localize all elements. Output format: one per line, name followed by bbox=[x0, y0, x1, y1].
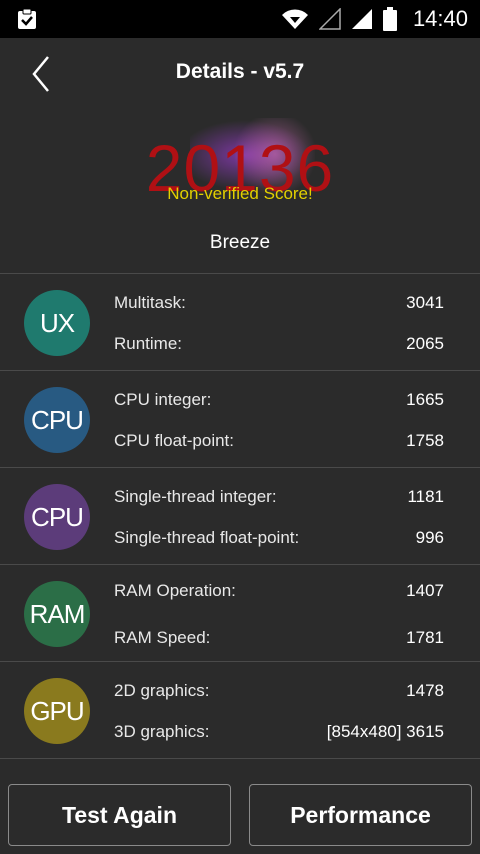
status-time: 14:40 bbox=[412, 6, 468, 31]
score-label: Single-thread float-point: bbox=[114, 528, 300, 547]
score-panel: 20136 Non-verified Score! Breeze bbox=[0, 110, 480, 273]
score-value: 1407 bbox=[406, 581, 444, 600]
performance-button[interactable]: Performance bbox=[249, 784, 472, 846]
badge-ux: UX bbox=[24, 290, 90, 356]
signal-empty-icon bbox=[318, 8, 341, 30]
category-row-ux: UX Multitask: 3041 Runtime: 2065 bbox=[0, 274, 480, 371]
battery-icon bbox=[382, 7, 397, 31]
score-line: CPU float-point: 1758 bbox=[114, 429, 444, 453]
score-label: RAM Operation: bbox=[114, 581, 236, 600]
score-line: 2D graphics: 1478 bbox=[114, 679, 444, 703]
score-value: 1478 bbox=[406, 681, 444, 700]
score-breakdown: UX Multitask: 3041 Runtime: 2065 CPU CPU… bbox=[0, 273, 480, 759]
score-value: [854x480] 3615 bbox=[326, 722, 444, 741]
category-row-cpu: CPU CPU integer: 1665 CPU float-point: 1… bbox=[0, 371, 480, 468]
device-name: Breeze bbox=[209, 232, 271, 253]
score-line: 3D graphics: [854x480] 3615 bbox=[114, 720, 444, 744]
score-value: 1758 bbox=[406, 431, 444, 450]
badge-cpu: CPU bbox=[24, 387, 90, 453]
score-label: CPU integer: bbox=[114, 390, 212, 409]
wifi-icon bbox=[281, 9, 308, 29]
category-row-single-thread: CPU Single-thread integer: 1181 Single-t… bbox=[0, 468, 480, 565]
score-label: Runtime: bbox=[114, 334, 183, 353]
verification-note: Non-verified Score! bbox=[167, 184, 313, 203]
category-row-ram: RAM RAM Operation: 1407 RAM Speed: 1781 bbox=[0, 565, 480, 662]
header: Details - v5.7 bbox=[0, 38, 480, 110]
score-line: Multitask: 3041 bbox=[114, 291, 444, 315]
score-value: 1665 bbox=[406, 390, 444, 409]
score-value: 996 bbox=[415, 528, 444, 547]
score-label: CPU float-point: bbox=[114, 431, 234, 450]
score-line: CPU integer: 1665 bbox=[114, 388, 444, 412]
score-line: Single-thread float-point: 996 bbox=[114, 526, 444, 550]
score-value: 2065 bbox=[406, 334, 444, 353]
page-title: Details - v5.7 bbox=[175, 60, 305, 83]
test-again-button[interactable]: Test Again bbox=[8, 784, 231, 846]
score-label: 2D graphics: bbox=[114, 681, 210, 700]
badge-cpu-single-thread: CPU bbox=[24, 484, 90, 550]
score-label: Multitask: bbox=[114, 293, 186, 312]
score-line: RAM Speed: 1781 bbox=[114, 626, 444, 650]
signal-full-icon bbox=[351, 9, 372, 29]
score-line: Runtime: 2065 bbox=[114, 332, 444, 356]
badge-gpu: GPU bbox=[24, 678, 90, 744]
status-bar: 14:40 bbox=[0, 0, 480, 38]
bottom-action-bar: Test Again Performance bbox=[0, 760, 480, 854]
clipboard-check-icon bbox=[18, 8, 36, 29]
score-label: 3D graphics: bbox=[114, 722, 210, 741]
score-line: RAM Operation: 1407 bbox=[114, 579, 444, 603]
score-label: RAM Speed: bbox=[114, 628, 211, 647]
badge-ram: RAM bbox=[24, 581, 90, 647]
score-value: 1781 bbox=[406, 628, 444, 647]
category-row-gpu: GPU 2D graphics: 1478 3D graphics: [854x… bbox=[0, 662, 480, 759]
score-line: Single-thread integer: 1181 bbox=[114, 485, 444, 509]
score-label: Single-thread integer: bbox=[114, 487, 277, 506]
score-value: 3041 bbox=[406, 293, 444, 312]
score-value: 1181 bbox=[407, 487, 444, 506]
